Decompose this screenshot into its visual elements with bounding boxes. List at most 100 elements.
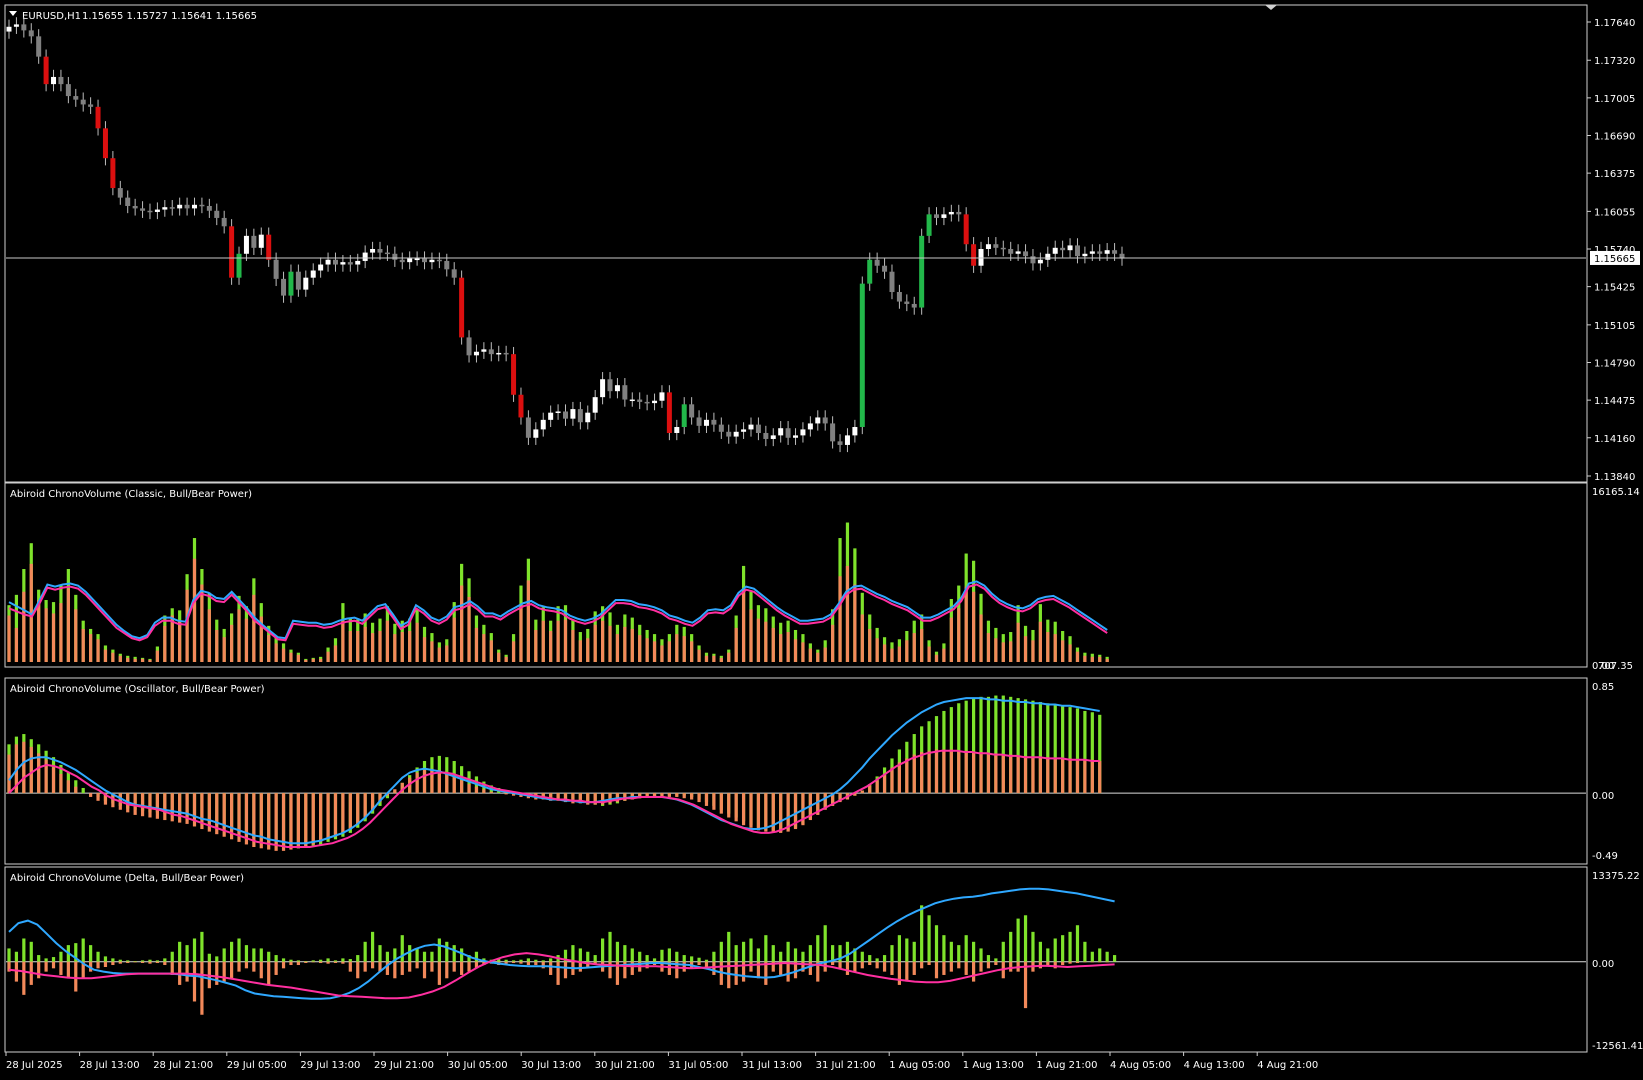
bear-bar: [682, 636, 686, 662]
bear-bar: [14, 627, 19, 662]
bear-bar: [408, 631, 412, 662]
candle-body: [652, 400, 658, 404]
bull-bar: [370, 931, 375, 962]
candle-body: [13, 24, 19, 27]
time-tick-label: 29 Jul 13:00: [300, 1060, 360, 1071]
bear-bar: [304, 659, 308, 662]
bear-bar: [281, 961, 286, 969]
bear-bar: [571, 629, 575, 662]
bear-bar: [163, 793, 167, 821]
bull-bar: [460, 948, 464, 962]
bear-bar: [519, 604, 523, 662]
candle-body: [488, 349, 494, 355]
bear-bar: [734, 627, 738, 662]
bear-bar: [319, 793, 323, 842]
bear-bar: [452, 617, 456, 662]
bear-bar: [1001, 642, 1005, 662]
bull-bar: [934, 925, 939, 962]
bear-bar: [267, 793, 271, 850]
candle-body: [125, 197, 131, 206]
bear-bar: [341, 620, 345, 662]
time-tick-label: 1 Aug 21:00: [1036, 1060, 1097, 1071]
bull-bar: [660, 949, 664, 962]
candle-body: [1060, 247, 1066, 251]
candle-body: [592, 397, 598, 413]
bear-bar: [296, 961, 300, 966]
bull-bar: [630, 948, 634, 962]
bear-bar: [920, 961, 924, 969]
bear-bar: [957, 750, 961, 794]
bear-bar: [497, 652, 501, 662]
bear-bar: [393, 961, 397, 979]
bull-bar: [549, 958, 553, 962]
bear-bar: [311, 961, 315, 963]
bear-bar: [467, 784, 471, 794]
bear-bar: [823, 647, 827, 662]
bull-bar: [890, 945, 894, 962]
bull-bar: [808, 945, 812, 962]
candle-body: [162, 207, 168, 210]
bear-bar: [408, 961, 412, 972]
bull-bar: [749, 938, 753, 962]
chart-background: [0, 0, 1643, 1080]
candle-body: [993, 244, 999, 248]
bull-bar: [608, 931, 612, 962]
bear-bar: [541, 961, 545, 969]
bull-bar: [22, 938, 26, 962]
price-tick-label: 1.16055: [1594, 207, 1635, 218]
bear-bar: [274, 961, 278, 975]
candle-body: [941, 214, 947, 218]
bear-bar: [1098, 761, 1102, 794]
bull-bar: [704, 959, 709, 962]
bull-bar: [244, 945, 249, 962]
candle-body: [102, 128, 108, 159]
time-tick-label: 4 Aug 13:00: [1184, 1060, 1245, 1071]
candle-body: [755, 424, 761, 433]
bull-bar: [771, 945, 775, 962]
bear-bar: [920, 752, 924, 794]
bear-bar: [905, 961, 909, 982]
bear-bar: [66, 780, 70, 794]
price-tick-label: 1.17320: [1594, 56, 1635, 67]
ohlc-readout: 1.15655 1.15727 1.15641 1.15665: [82, 11, 257, 22]
trading-chart[interactable]: EURUSD,H1 1.15655 1.15727 1.15641 1.1566…: [0, 0, 1643, 1080]
bull-bar: [304, 961, 308, 962]
candle-body: [793, 435, 799, 438]
delta-axis-zero: 0.00: [1592, 959, 1614, 970]
bear-bar: [482, 634, 486, 662]
delta-axis-max: 13375.22: [1592, 871, 1640, 882]
bear-bar: [882, 961, 887, 972]
bull-bar: [756, 948, 761, 962]
bull-bar: [690, 956, 694, 962]
bear-bar: [1068, 644, 1072, 662]
bear-bar: [1009, 641, 1013, 662]
bull-bar: [905, 938, 909, 962]
bear-bar: [927, 646, 931, 662]
bear-bar: [178, 620, 182, 662]
bear-bar: [81, 628, 85, 662]
candle-body: [911, 303, 917, 308]
candle-body: [533, 429, 539, 438]
candle-body: [21, 24, 27, 31]
bear-bar: [103, 649, 108, 662]
price-tick-label: 1.15105: [1594, 321, 1635, 332]
bear-bar: [875, 780, 879, 794]
bear-bar: [764, 621, 768, 662]
bull-bar: [1016, 918, 1020, 962]
candle-body: [214, 210, 220, 218]
bull-bar: [311, 960, 315, 962]
bear-bar: [1075, 651, 1080, 662]
bear-bar: [319, 961, 323, 964]
bull-bar: [81, 938, 85, 962]
price-tick-label: 1.17640: [1594, 18, 1635, 29]
bull-bar: [89, 945, 93, 962]
bear-bar: [719, 657, 723, 662]
bull-bar: [823, 925, 827, 962]
bear-bar: [22, 741, 26, 794]
bear-bar: [927, 961, 931, 966]
bear-bar: [319, 658, 323, 662]
bear-bar: [949, 749, 953, 794]
candle-body: [614, 385, 620, 392]
bear-bar: [460, 961, 464, 975]
bull-bar: [727, 931, 731, 962]
